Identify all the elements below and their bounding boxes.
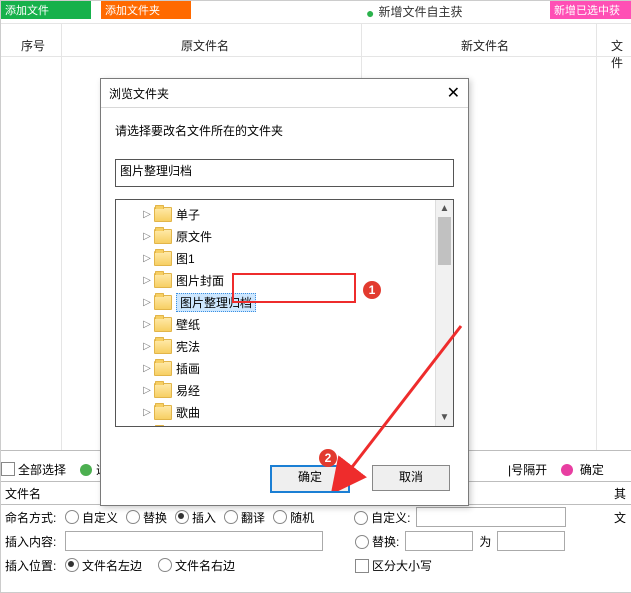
folder-icon [154, 229, 172, 244]
expand-icon[interactable]: ▷ [142, 297, 152, 308]
folder-icon [154, 273, 172, 288]
tree-item-label: 宪法 [176, 338, 200, 355]
tree-item[interactable]: ▷ 壁纸 [126, 314, 453, 334]
expand-icon[interactable]: ▷ [142, 385, 152, 396]
tree-item-label: 图片整理归档 [176, 293, 256, 312]
tree-item-label: 插画 [176, 360, 200, 377]
tree-item-label: 图1 [176, 250, 195, 267]
column-seq: 序号 [21, 37, 45, 54]
tree-item[interactable]: ▷ 图片整理归档 [126, 292, 453, 312]
tree-item-label: 歌曲 [176, 404, 200, 421]
insert-content-label: 插入内容: [1, 533, 65, 550]
folder-icon [154, 317, 172, 332]
dialog-title: 浏览文件夹 [109, 85, 169, 102]
tree-item[interactable]: ▷ 插画 [126, 358, 453, 378]
expand-icon[interactable]: ▷ [142, 253, 152, 264]
column-old-name: 原文件名 [181, 37, 229, 54]
column-file: 文件 [611, 37, 631, 71]
tree-item[interactable]: ▷ 原文件 [126, 226, 453, 246]
tree-item[interactable]: ▷ 图1 [126, 248, 453, 268]
folder-icon [154, 207, 172, 222]
path-display: 图片整理归档 [115, 159, 454, 187]
right-custom-radio[interactable] [354, 511, 368, 525]
browse-folder-dialog: 浏览文件夹 ✕ 请选择要改名文件所在的文件夹 图片整理归档 ▷ 单子 ▷ 原文件 ▷ 图1… [100, 78, 469, 506]
wen-label: 文 [614, 509, 626, 526]
tree-item[interactable]: ▷ 易经 [126, 380, 453, 400]
separator-label: |号隔开 [508, 463, 547, 477]
mode-translate-radio[interactable] [224, 510, 238, 524]
select-all-checkbox[interactable] [1, 462, 15, 476]
folder-icon [154, 427, 172, 428]
green-dot-icon [80, 464, 92, 476]
pink-dot-icon [561, 464, 573, 476]
folder-icon [154, 383, 172, 398]
scroll-down-icon[interactable]: ▼ [436, 409, 453, 426]
right-custom-input[interactable] [416, 507, 566, 527]
expand-icon[interactable]: ▷ [142, 363, 152, 374]
app-root: 添加文件 添加文件夹 ●新增文件自主获 新增已选中获 序号 原文件名 新文件名 … [0, 0, 631, 593]
name-mode-label: 命名方式: [1, 509, 65, 526]
tree-item-label: 单子 [176, 206, 200, 223]
dialog-message: 请选择要改名文件所在的文件夹 [115, 122, 454, 139]
other-section-label: 其 [614, 485, 626, 502]
tree-item[interactable]: ▷ 图片封面 [126, 270, 453, 290]
add-folder-button[interactable]: 添加文件夹 [101, 1, 191, 19]
scroll-thumb[interactable] [438, 217, 451, 265]
expand-icon[interactable]: ▷ [142, 407, 152, 418]
insert-content-input[interactable] [65, 531, 323, 551]
mode-random-radio[interactable] [273, 510, 287, 524]
tree-item[interactable]: ▷ 歌曲 [126, 402, 453, 422]
folder-icon [154, 339, 172, 354]
filename-section-label: 文件名 [1, 485, 65, 502]
tree-item-label: 易经 [176, 382, 200, 399]
column-new-name: 新文件名 [461, 37, 509, 54]
expand-icon[interactable]: ▷ [142, 275, 152, 286]
close-icon[interactable]: ✕ [447, 83, 460, 103]
pos-left-radio[interactable] [65, 558, 79, 572]
pink-button[interactable]: 新增已选中获 [550, 1, 631, 19]
pos-right-radio[interactable] [158, 558, 172, 572]
expand-icon[interactable]: ▷ [142, 341, 152, 352]
tree-item[interactable]: ▷电商图片 [126, 424, 453, 427]
confirm-label[interactable]: 确定 [580, 463, 604, 477]
expand-icon[interactable]: ▷ [142, 319, 152, 330]
annotation-badge-1: 1 [363, 281, 381, 299]
add-file-button[interactable]: 添加文件 [1, 1, 91, 19]
right-replace-radio[interactable] [355, 535, 369, 549]
tree-item[interactable]: ▷ 宪法 [126, 336, 453, 356]
expand-icon[interactable]: ▷ [142, 209, 152, 220]
annotation-badge-2: 2 [319, 449, 337, 467]
folder-icon [154, 361, 172, 376]
mode-insert-radio[interactable] [175, 510, 189, 524]
tree-item[interactable]: ▷ 单子 [126, 204, 453, 224]
cancel-button[interactable]: 取消 [372, 465, 450, 491]
folder-tree[interactable]: ▷ 单子 ▷ 原文件 ▷ 图1 ▷ 图片封面 ▷ 图片整理归档 ▷ 壁纸 ▷ 宪法 ▷ 插画 ▷ 易经 ▷ 歌曲 ▷电商… [115, 199, 454, 427]
tree-scrollbar[interactable]: ▲ ▼ [435, 200, 453, 426]
replace-to-input[interactable] [497, 531, 565, 551]
mode-replace-radio[interactable] [126, 510, 140, 524]
tree-item-label: 原文件 [176, 228, 212, 245]
insert-pos-label: 插入位置: [1, 557, 65, 574]
tree-item-label: 壁纸 [176, 316, 200, 333]
case-checkbox[interactable] [355, 559, 369, 573]
scroll-up-icon[interactable]: ▲ [436, 200, 453, 217]
select-all-label: 全部选择 [18, 461, 66, 478]
expand-icon[interactable]: ▷ [142, 231, 152, 242]
ok-button[interactable]: 确定 [270, 465, 350, 493]
folder-icon [154, 405, 172, 420]
folder-icon [154, 295, 172, 310]
status-text: ●新增文件自主获 [366, 3, 462, 21]
tree-item-label: 图片封面 [176, 272, 224, 289]
mode-custom-radio[interactable] [65, 510, 79, 524]
folder-icon [154, 251, 172, 266]
replace-from-input[interactable] [405, 531, 473, 551]
tree-item-label: 电商图片 [176, 426, 224, 428]
